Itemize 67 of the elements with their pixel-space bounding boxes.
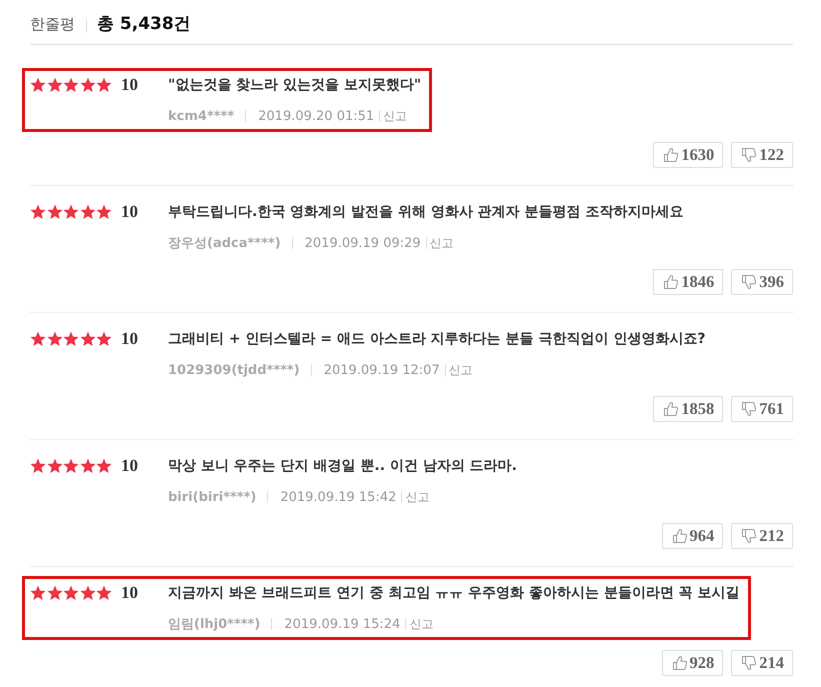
star-icon bbox=[30, 585, 46, 601]
star-icon bbox=[80, 585, 96, 601]
author-name: biri(biri****) bbox=[168, 490, 256, 504]
star-icon bbox=[80, 331, 96, 347]
thumbs-down-icon bbox=[742, 528, 756, 544]
star-icon bbox=[30, 458, 46, 474]
dislike-button[interactable]: 396 bbox=[731, 269, 793, 295]
star-icon bbox=[96, 331, 112, 347]
like-button[interactable]: 1846 bbox=[653, 269, 724, 295]
star-icon bbox=[30, 331, 46, 347]
star-icon bbox=[46, 458, 62, 474]
rating-score: 10 bbox=[120, 583, 139, 603]
star-icon bbox=[80, 458, 96, 474]
author-name: 임림(lhj0****) bbox=[168, 616, 260, 633]
rating-score: 10 bbox=[120, 202, 139, 222]
thumbs-down-icon bbox=[742, 401, 756, 417]
review-date: 2019.09.20 01:51 bbox=[258, 108, 374, 124]
star-icon bbox=[96, 458, 112, 474]
thumbs-up-icon bbox=[664, 147, 678, 163]
thumbs-down-icon bbox=[742, 274, 756, 290]
thumbs-down-icon bbox=[742, 655, 756, 671]
review-date: 2019.09.19 12:07 bbox=[324, 362, 440, 378]
star-icon bbox=[96, 585, 112, 601]
star-icon bbox=[30, 77, 46, 93]
star-icon bbox=[30, 204, 46, 220]
review-date: 2019.09.19 15:42 bbox=[280, 490, 396, 504]
star-icon bbox=[96, 77, 112, 93]
review-text: "없는것을 찾느라 있는것을 보지못했다" bbox=[168, 76, 422, 94]
review-text: 부탁드립니다.한국 영화계의 발전을 위해 영화사 관계자 분들평점 조작하지마세요 bbox=[168, 203, 684, 221]
star-icon bbox=[46, 77, 62, 93]
star-icon bbox=[96, 204, 112, 220]
rating-score: 10 bbox=[120, 75, 139, 95]
star-icon bbox=[63, 585, 79, 601]
review-text: 그래비티 + 인터스텔라 = 애드 아스트라 지루하다는 분들 극한직업이 인생영화시죠? bbox=[168, 330, 706, 348]
like-button[interactable]: 1858 bbox=[653, 396, 724, 422]
rating-score: 10 bbox=[120, 329, 139, 349]
review-text: 막상 보니 우주는 단지 배경일 뿐.. 이건 남자의 드라마. bbox=[168, 457, 517, 475]
thumbs-up-icon bbox=[672, 655, 686, 671]
star-icon bbox=[63, 204, 79, 220]
review-count: 총 5,438건 bbox=[97, 13, 191, 36]
like-button[interactable]: 1630 bbox=[653, 142, 724, 168]
thumbs-up-icon bbox=[664, 274, 678, 290]
review-date: 2019.09.19 09:29 bbox=[304, 236, 421, 250]
rating-score: 10 bbox=[120, 456, 139, 476]
star-icon bbox=[46, 331, 62, 347]
star-icon bbox=[63, 458, 79, 474]
star-icon bbox=[46, 204, 62, 220]
like-button[interactable]: 928 bbox=[662, 650, 724, 676]
dislike-button[interactable]: 122 bbox=[731, 142, 793, 168]
star-icon bbox=[63, 331, 79, 347]
author-name: kcm4**** bbox=[168, 108, 234, 124]
dislike-button[interactable]: 214 bbox=[731, 650, 793, 676]
thumbs-down-icon bbox=[742, 147, 756, 163]
star-icon bbox=[63, 77, 79, 93]
thumbs-up-icon bbox=[672, 528, 686, 544]
dislike-button[interactable]: 212 bbox=[731, 523, 793, 549]
dislike-button[interactable]: 761 bbox=[731, 396, 793, 422]
star-icon bbox=[46, 585, 62, 601]
author-name: 1029309(tjdd****) bbox=[168, 362, 300, 378]
review-date: 2019.09.19 15:24 bbox=[284, 616, 400, 632]
star-icon bbox=[80, 204, 96, 220]
author-name: 장우성(adca****) bbox=[168, 235, 281, 252]
star-icon bbox=[80, 77, 96, 93]
review-text: 지금까지 봐온 브래드피트 연기 중 최고임 ㅠㅠ 우주영화 좋아하시는 분들이라면 꼭 보시길 bbox=[168, 584, 740, 602]
thumbs-up-icon bbox=[664, 401, 678, 417]
like-button[interactable]: 964 bbox=[662, 523, 724, 549]
section-title: 한줄평 bbox=[30, 14, 75, 35]
